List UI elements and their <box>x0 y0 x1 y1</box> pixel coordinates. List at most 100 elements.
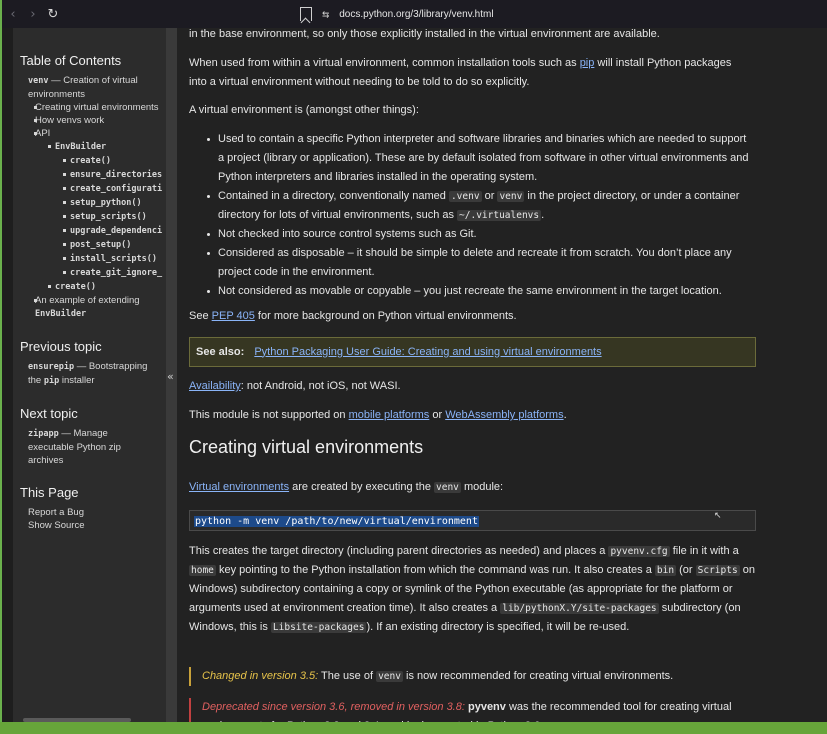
pep-paragraph: See PEP 405 for more background on Pytho… <box>189 307 749 326</box>
intro-paragraph-end: in the base environment, so only those e… <box>189 28 660 40</box>
sidebar-collapse-button[interactable]: « <box>166 28 177 722</box>
toc-item[interactable]: API <box>13 127 166 140</box>
toc-heading: Table of Contents <box>20 53 122 68</box>
p5-text-b: module: <box>460 481 504 493</box>
this-page-heading: This Page <box>20 485 79 500</box>
list-item: Not considered as movable or copyable – … <box>205 282 750 301</box>
creation-paragraph: Virtual environments are created by exec… <box>189 478 749 497</box>
toc-item[interactable]: setup_scripts() <box>13 210 166 224</box>
prev-text2b: installer <box>59 375 95 386</box>
toc-item[interactable]: create() <box>13 154 166 168</box>
note1-text-a: The use of <box>318 670 377 682</box>
toc-item-label: setup_python() <box>70 198 142 208</box>
toc-item[interactable]: Creating virtual environments <box>13 101 166 114</box>
next-topic-link[interactable]: zipapp — Manage executable Python zip ar… <box>13 427 166 467</box>
toc-item-label: create() <box>55 282 96 292</box>
show-source-link[interactable]: Show Source <box>13 519 166 532</box>
desktop-edge <box>0 722 827 734</box>
code-libsite-packages: Libsite-packages <box>270 622 367 633</box>
next-text2: executable Python zip <box>28 442 121 453</box>
next-text1: — Manage <box>58 428 108 439</box>
list-item: Contained in a directory, conventionally… <box>205 187 750 225</box>
code-virtualenvs: ~/.virtualenvs <box>457 210 542 221</box>
toc-item-label: ensure_directories <box>70 170 163 180</box>
toc-extending-mono: EnvBuilder <box>35 309 87 319</box>
toc-item-label: upgrade_dependenci <box>70 226 163 236</box>
toc-item-label: Creating virtual environments <box>35 102 159 113</box>
toc-item[interactable]: create_configurati <box>13 182 166 196</box>
pyvenv-bold: pyvenv <box>467 701 506 713</box>
next-mono: zipapp <box>28 429 59 439</box>
p6-text-b: file in it with a <box>669 545 739 557</box>
code-bin: bin <box>654 565 677 576</box>
pip-paragraph: When used from within a virtual environm… <box>189 54 749 92</box>
toc-item-label: install_scripts() <box>70 254 157 264</box>
li2-text-b: or <box>481 190 498 202</box>
reload-icon[interactable]: ↻ <box>44 5 62 23</box>
toc-item[interactable]: EnvBuilder <box>13 140 166 154</box>
version-changed-note: Changed in version 3.5: The use of venv … <box>189 667 756 686</box>
p5-text-a: are created by executing the <box>289 481 435 493</box>
url-text[interactable]: docs.python.org/3/library/venv.html <box>339 9 493 20</box>
p6-text-g: ). If an existing directory is specified… <box>366 621 630 633</box>
previous-topic-link[interactable]: ensurepip — Bootstrapping the pip instal… <box>13 360 166 388</box>
packaging-guide-link[interactable]: Python Packaging User Guide: Creating an… <box>254 343 601 362</box>
deprecated-note: Deprecated since version 3.6, removed in… <box>189 698 756 722</box>
toc-item[interactable]: upgrade_dependenci <box>13 224 166 238</box>
toc-item[interactable]: setup_python() <box>13 196 166 210</box>
code-scripts: Scripts <box>695 565 740 576</box>
p1-text-a: When used from within a virtual environm… <box>189 57 580 69</box>
p6-text-d: (or <box>676 564 696 576</box>
p3-text-a: See <box>189 310 212 322</box>
note1-text-b: is now recommended for creating virtual … <box>402 670 674 682</box>
command-text[interactable]: python -m venv /path/to/new/virtual/envi… <box>194 516 479 527</box>
section-heading: Creating virtual environments <box>189 437 424 457</box>
code-site-packages: lib/pythonX.Y/site-packages <box>500 603 659 614</box>
toc-item[interactable]: create_git_ignore_ <box>13 266 166 280</box>
venv-definition-intro: A virtual environment is (amongst other … <box>189 104 419 116</box>
code-venv: venv <box>497 191 525 202</box>
code-venv-module: venv <box>434 482 461 493</box>
command-code-block[interactable]: python -m venv /path/to/new/virtual/envi… <box>189 510 756 531</box>
toc-list: Creating virtual environments How venvs w… <box>13 101 166 294</box>
next-topic-heading: Next topic <box>20 406 78 421</box>
changed-version-label: Changed in version 3.5: <box>202 670 319 682</box>
address-bar[interactable]: ⇆ docs.python.org/3/library/venv.html <box>300 4 494 24</box>
site-settings-icon[interactable]: ⇆ <box>322 7 329 21</box>
venv-properties-list: Used to contain a specific Python interp… <box>205 130 750 301</box>
see-also-label: See also: <box>196 345 245 358</box>
list-item: Considered as disposable – it should be … <box>205 244 750 282</box>
creation-details-paragraph: This creates the target directory (inclu… <box>189 542 755 637</box>
availability-link[interactable]: Availability <box>189 380 241 392</box>
pep-405-link[interactable]: PEP 405 <box>212 310 255 322</box>
pip-link[interactable]: pip <box>580 57 595 69</box>
report-bug-link[interactable]: Report a Bug <box>13 506 166 519</box>
list-item: Used to contain a specific Python interp… <box>205 130 750 187</box>
p4-text-a: This module is not supported on <box>189 409 349 421</box>
webassembly-platforms-link[interactable]: WebAssembly platforms <box>445 409 563 421</box>
mobile-platforms-link[interactable]: mobile platforms <box>349 409 430 421</box>
p6-text-a: This creates the target directory (inclu… <box>189 545 609 557</box>
browser-window: ‹ › ↻ ⇆ docs.python.org/3/library/venv.h… <box>0 0 827 722</box>
toc-item-label: create_git_ignore_ <box>70 268 163 278</box>
back-icon[interactable]: ‹ <box>4 5 22 23</box>
toc-item[interactable]: post_setup() <box>13 238 166 252</box>
toc-item[interactable]: ensure_directories <box>13 168 166 182</box>
toc-item[interactable]: How venvs work <box>13 114 166 127</box>
toc-item-label: create_configurati <box>70 184 163 194</box>
p4-text-b: or <box>429 409 446 421</box>
virtual-environments-link[interactable]: Virtual environments <box>189 481 289 493</box>
previous-topic-heading: Previous topic <box>20 339 102 354</box>
availability-text: : not Android, not iOS, not WASI. <box>240 380 401 392</box>
code-venv-note: venv <box>376 671 403 682</box>
forward-icon[interactable]: › <box>24 5 42 23</box>
toc-item[interactable]: install_scripts() <box>13 252 166 266</box>
toc-link-venv[interactable]: venv — Creation of virtual environments <box>13 74 166 101</box>
toc-item-label: post_setup() <box>70 240 132 250</box>
toc-extending-text: An example of extending <box>35 295 140 306</box>
toc-item[interactable]: create() <box>13 280 166 294</box>
toc-link-extending[interactable]: An example of extending EnvBuilder <box>13 294 166 321</box>
prev-mono2: pip <box>43 376 60 386</box>
bookmark-icon[interactable] <box>300 7 312 21</box>
p4-text-c: . <box>563 409 567 421</box>
